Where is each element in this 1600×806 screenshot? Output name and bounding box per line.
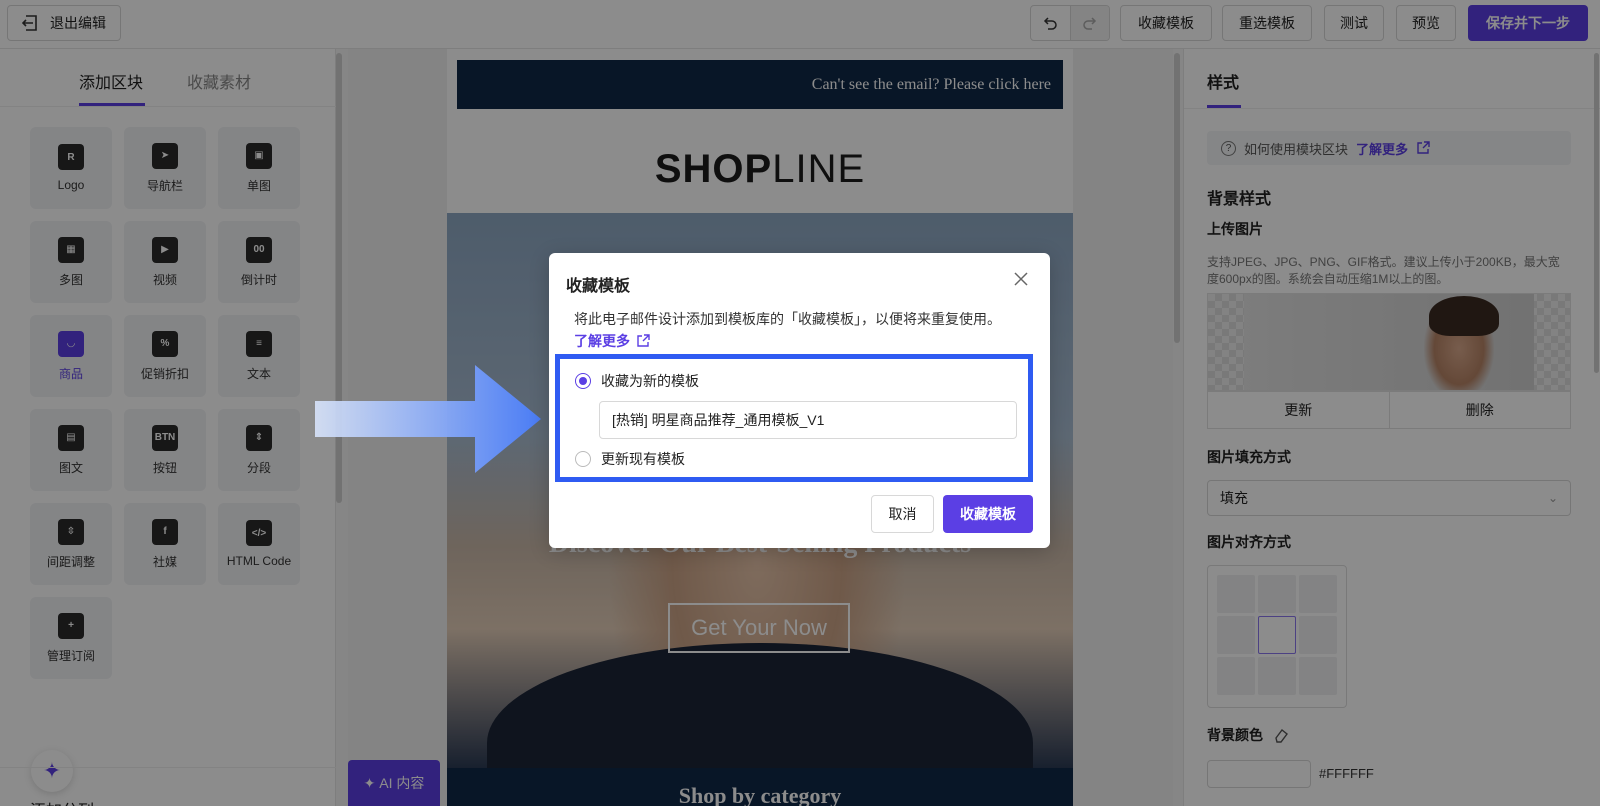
- template-name-value: [热销] 明星商品推荐_通用模板_V1: [612, 412, 825, 428]
- modal-title: 收藏模板: [566, 278, 631, 295]
- close-icon[interactable]: [1011, 269, 1031, 289]
- pointer-arrow-graphic: [315, 365, 541, 473]
- radio-update-indicator[interactable]: [575, 451, 591, 467]
- radio-update-existing[interactable]: 更新现有模板: [575, 449, 685, 469]
- radio-save-new-label: 收藏为新的模板: [601, 373, 699, 389]
- modal-learn-more-link[interactable]: 了解更多: [574, 331, 650, 351]
- radio-save-new[interactable]: 收藏为新的模板: [575, 371, 699, 391]
- radio-new-indicator[interactable]: [575, 373, 591, 389]
- modal-learn-more-label: 了解更多: [574, 333, 630, 349]
- external-link-icon: [637, 334, 650, 347]
- modal-description: 将此电子邮件设计添加到模板库的「收藏模板」，以便将来重复使用。: [574, 311, 1001, 327]
- radio-update-existing-label: 更新现有模板: [601, 451, 685, 467]
- confirm-save-template-button[interactable]: 收藏模板: [943, 495, 1033, 533]
- cancel-button[interactable]: 取消: [871, 495, 934, 533]
- template-name-input[interactable]: [热销] 明星商品推荐_通用模板_V1: [599, 401, 1017, 439]
